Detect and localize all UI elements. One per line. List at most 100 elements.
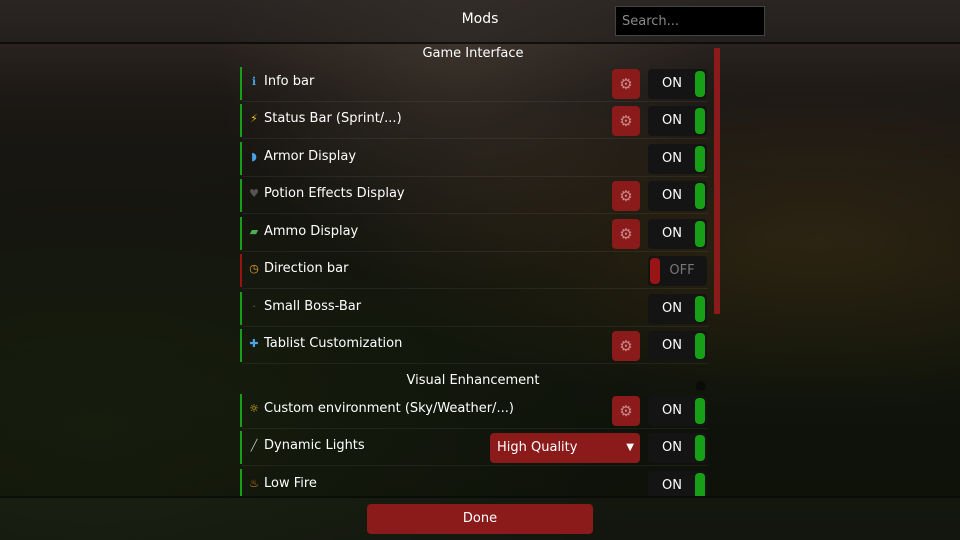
- mod-toggle[interactable]: OFF: [648, 256, 707, 286]
- mod-status-marker: [240, 329, 242, 362]
- page-title: Mods: [461, 11, 499, 27]
- chevron-down-icon: ▼: [626, 442, 634, 453]
- done-button[interactable]: Done: [367, 504, 593, 534]
- gear-icon[interactable]: ⚙: [612, 69, 640, 99]
- toggle-state-label: ON: [662, 440, 682, 455]
- mod-toggle[interactable]: ON: [648, 471, 707, 496]
- toggle-knob: [650, 258, 660, 284]
- toggle-knob: [695, 435, 705, 461]
- scrollbar[interactable]: [714, 48, 720, 314]
- toggle-state-label: ON: [662, 301, 682, 316]
- toggle-knob: [695, 398, 705, 424]
- row-divider: [242, 465, 708, 466]
- quality-dropdown[interactable]: High Quality ▼: [490, 433, 640, 463]
- mod-status-marker: [240, 431, 242, 464]
- mod-status-marker: [240, 179, 242, 212]
- mod-name: Info bar: [264, 74, 315, 89]
- mod-status-marker: [240, 292, 242, 325]
- row-divider: [242, 363, 708, 364]
- mod-status-marker: [240, 254, 242, 287]
- mod-status-marker: [240, 67, 242, 100]
- mod-name: Low Fire: [264, 476, 317, 491]
- mod-toggle[interactable]: ON: [648, 433, 707, 463]
- gear-icon[interactable]: ⚙: [612, 106, 640, 136]
- toggle-state-label: ON: [662, 151, 682, 166]
- mod-toggle[interactable]: ON: [648, 331, 707, 361]
- mod-name: Potion Effects Display: [264, 186, 405, 201]
- mod-toggle[interactable]: ON: [648, 144, 707, 174]
- toggle-state-label: ON: [662, 188, 682, 203]
- toggle-state-label: ON: [662, 226, 682, 241]
- mod-name: Direction bar: [264, 261, 349, 276]
- mod-row[interactable]: ⚡ Status Bar (Sprint/...) ⚙ ON: [240, 102, 710, 138]
- mod-toggle[interactable]: ON: [648, 294, 707, 324]
- top-bar: Mods: [0, 0, 960, 44]
- toggle-knob: [695, 296, 705, 322]
- mod-list[interactable]: Game Interface ℹ Info bar ⚙ ON ⚡ Status Bar (S…: [0, 44, 960, 496]
- search-box[interactable]: [615, 6, 765, 36]
- search-input[interactable]: [616, 7, 764, 35]
- clock-icon: ◷: [249, 262, 259, 275]
- mod-row[interactable]: ▰ Ammo Display ⚙ ON: [240, 215, 710, 251]
- mod-name: Status Bar (Sprint/...): [264, 111, 402, 126]
- row-divider: [242, 288, 708, 289]
- toggle-state-label: OFF: [669, 263, 695, 278]
- toggle-state-label: ON: [662, 478, 682, 493]
- mod-name: Small Boss-Bar: [264, 299, 362, 314]
- toggle-knob: [695, 71, 705, 97]
- toggle-state-label: ON: [662, 403, 682, 418]
- gun-icon: ▰: [249, 225, 259, 238]
- gear-icon[interactable]: ⚙: [612, 331, 640, 361]
- puzzle-icon: ✚: [249, 337, 259, 350]
- toggle-state-label: ON: [662, 113, 682, 128]
- mod-toggle[interactable]: ON: [648, 69, 707, 99]
- mod-row[interactable]: ☼ Custom environment (Sky/Weather/...) ⚙ ON: [240, 392, 710, 428]
- mod-toggle[interactable]: ON: [648, 106, 707, 136]
- toggle-state-label: ON: [662, 338, 682, 353]
- mod-name: Custom environment (Sky/Weather/...): [264, 401, 514, 416]
- mod-name: Dynamic Lights: [264, 438, 365, 453]
- mod-toggle[interactable]: ON: [648, 181, 707, 211]
- gear-icon[interactable]: ⚙: [612, 396, 640, 426]
- heart-icon: ♥: [249, 187, 259, 200]
- mod-toggle[interactable]: ON: [648, 396, 707, 426]
- row-divider: [242, 213, 708, 214]
- toggle-knob: [695, 473, 705, 496]
- weather-icon: ☼: [249, 402, 259, 415]
- mod-row[interactable]: ℹ Info bar ⚙ ON: [240, 65, 710, 101]
- mod-row[interactable]: ◷ Direction bar OFF: [240, 252, 710, 288]
- row-divider: [242, 138, 708, 139]
- scroll-indicator: [696, 381, 706, 391]
- gear-icon[interactable]: ⚙: [612, 181, 640, 211]
- mod-status-marker: [240, 469, 242, 496]
- mod-row[interactable]: ♨ Low Fire ON: [240, 467, 710, 496]
- mod-row[interactable]: ✚ Tablist Customization ⚙ ON: [240, 327, 710, 363]
- mod-name: Tablist Customization: [264, 336, 403, 351]
- gear-icon[interactable]: ⚙: [612, 219, 640, 249]
- mod-status-marker: [240, 142, 242, 175]
- info-icon: ℹ: [251, 75, 257, 88]
- shield-icon: ◗: [251, 150, 257, 163]
- mod-row[interactable]: ♥ Potion Effects Display ⚙ ON: [240, 177, 710, 213]
- dropdown-value: High Quality: [497, 440, 578, 455]
- toggle-knob: [695, 183, 705, 209]
- lightning-icon: ⚡: [250, 112, 258, 125]
- toggle-knob: [695, 108, 705, 134]
- mod-name: Ammo Display: [264, 224, 359, 239]
- mod-row[interactable]: ◗ Armor Display ON: [240, 140, 710, 176]
- dot-icon: ·: [252, 300, 256, 313]
- mod-row[interactable]: · Small Boss-Bar ON: [240, 290, 710, 326]
- mod-name: Armor Display: [264, 149, 357, 164]
- mod-status-marker: [240, 217, 242, 250]
- mod-status-marker: [240, 394, 242, 427]
- toggle-knob: [695, 221, 705, 247]
- mod-row[interactable]: ╱ Dynamic Lights High Quality ▼ ON: [240, 429, 710, 465]
- toggle-knob: [695, 333, 705, 359]
- section-header: Game Interface: [422, 46, 524, 61]
- section-header: Visual Enhancement: [406, 373, 540, 388]
- toggle-knob: [695, 146, 705, 172]
- torch-icon: ╱: [250, 439, 258, 452]
- mod-status-marker: [240, 104, 242, 137]
- mod-toggle[interactable]: ON: [648, 219, 707, 249]
- toggle-state-label: ON: [662, 76, 682, 91]
